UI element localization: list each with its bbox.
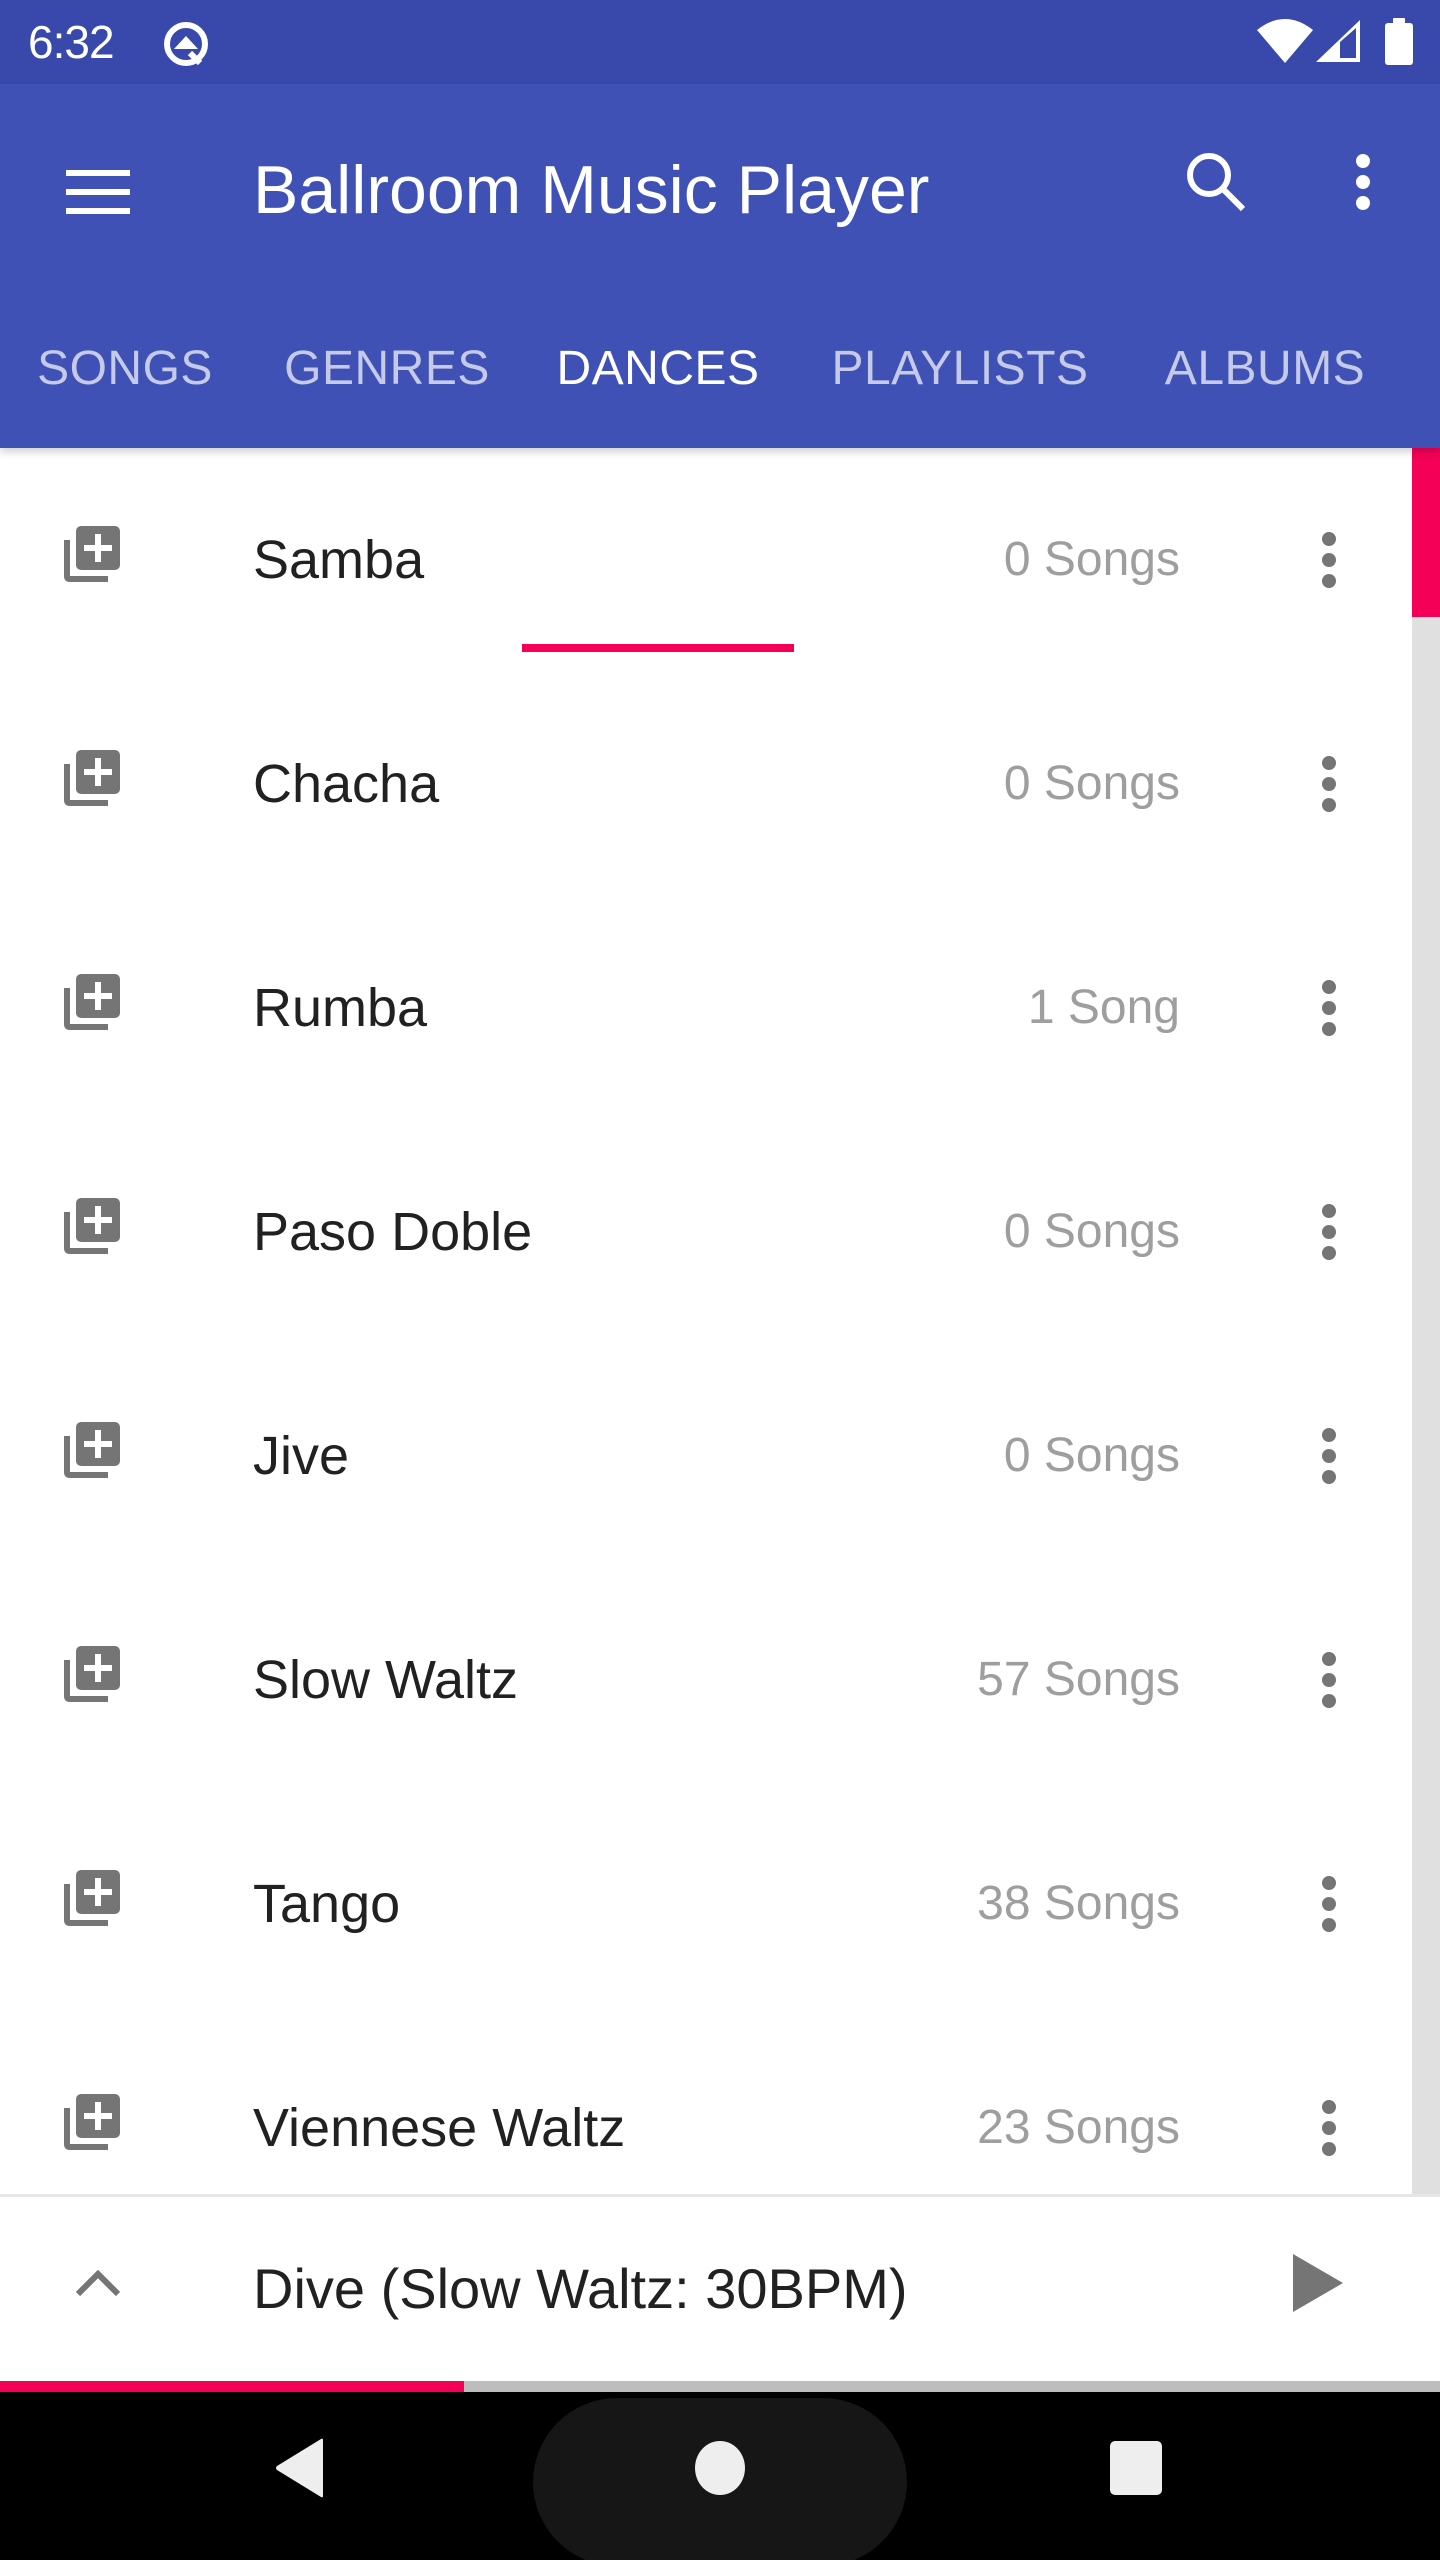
expand-player-button[interactable] [50, 2235, 146, 2331]
more-vert-icon [1322, 2100, 1336, 2156]
dance-list-item-jive[interactable]: Jive 0 Songs [0, 1344, 1412, 1568]
list-scrollbar[interactable] [1412, 448, 1440, 2194]
recents-icon [1110, 2441, 1162, 2495]
song-count: 0 Songs [1003, 1429, 1180, 1482]
back-icon [276, 2438, 323, 2498]
search-button[interactable] [1168, 134, 1264, 230]
dance-name: Tango [253, 1874, 401, 1934]
now-playing-bar[interactable]: Dive (Slow Waltz: 30BPM) [0, 2194, 1440, 2381]
chevron-up-icon [76, 2269, 120, 2297]
play-icon [1293, 2254, 1343, 2312]
status-bar: 6:32 [0, 0, 1440, 84]
tab-genres[interactable]: GENRES [282, 288, 492, 448]
song-count: 0 Songs [1003, 1205, 1180, 1258]
more-vert-icon [1356, 154, 1370, 210]
add-to-queue-icon[interactable] [64, 750, 120, 806]
row-overflow-button[interactable] [1281, 512, 1377, 608]
song-count: 1 Song [1027, 981, 1180, 1034]
more-vert-icon [1322, 1876, 1336, 1932]
more-vert-icon [1322, 1204, 1336, 1260]
hamburger-menu-icon [66, 170, 130, 214]
song-count: 0 Songs [1003, 533, 1180, 586]
add-to-queue-icon[interactable] [64, 2094, 120, 2150]
playback-progress-fill [0, 2381, 464, 2392]
dance-list-item-tango[interactable]: Tango 38 Songs [0, 1792, 1412, 2016]
tab-dances[interactable]: DANCES [522, 288, 794, 448]
row-overflow-button[interactable] [1281, 960, 1377, 1056]
dance-name: Paso Doble [253, 1202, 533, 1262]
add-to-queue-icon[interactable] [64, 974, 120, 1030]
dance-name: Slow Waltz [253, 1650, 519, 1710]
song-count: 0 Songs [1003, 757, 1180, 810]
more-vert-icon [1322, 756, 1336, 812]
dance-list-item-rumba[interactable]: Rumba 1 Song [0, 896, 1412, 1120]
more-vert-icon [1322, 1652, 1336, 1708]
dance-list-item-chacha[interactable]: Chacha 0 Songs [0, 672, 1412, 896]
dance-list-item-slow-waltz[interactable]: Slow Waltz 57 Songs [0, 1568, 1412, 1792]
more-vert-icon [1322, 532, 1336, 588]
now-playing-title: Dive (Slow Waltz: 30BPM) [253, 2257, 908, 2320]
tab-playlists[interactable]: PLAYLISTS [822, 288, 1098, 448]
dance-name: Chacha [253, 754, 440, 814]
battery-icon [1385, 18, 1413, 65]
navigation-menu-button[interactable] [50, 144, 146, 240]
row-overflow-button[interactable] [1281, 736, 1377, 832]
playback-progress-bar[interactable] [0, 2381, 1440, 2392]
dance-list[interactable]: Samba 0 Songs Chacha 0 Songs Rumba 1 Son… [0, 448, 1412, 2194]
app-title: Ballroom Music Player [253, 152, 930, 228]
row-overflow-button[interactable] [1281, 1632, 1377, 1728]
dance-list-item-samba[interactable]: Samba 0 Songs [0, 448, 1412, 672]
row-overflow-button[interactable] [1281, 1184, 1377, 1280]
scrollbar-thumb[interactable] [1412, 448, 1440, 617]
row-overflow-button[interactable] [1281, 1408, 1377, 1504]
dance-list-item-viennese-waltz[interactable]: Viennese Waltz 23 Songs [0, 2016, 1412, 2194]
tab-songs[interactable]: SONGS [30, 288, 220, 448]
tab-albums[interactable]: ALBUMS [1150, 288, 1380, 448]
add-to-queue-icon[interactable] [64, 1646, 120, 1702]
recents-button[interactable] [1086, 2418, 1186, 2518]
dance-name: Viennese Waltz [253, 2098, 626, 2158]
wifi-icon [1257, 19, 1313, 63]
row-overflow-button[interactable] [1281, 2080, 1377, 2176]
search-icon [1187, 153, 1246, 212]
add-to-queue-icon[interactable] [64, 526, 120, 582]
more-vert-icon [1322, 980, 1336, 1036]
add-to-queue-icon[interactable] [64, 1198, 120, 1254]
app-bar: Ballroom Music Player SONGS GENRES DANCE… [0, 84, 1440, 652]
overflow-menu-button[interactable] [1315, 134, 1411, 230]
add-to-queue-icon[interactable] [64, 1870, 120, 1926]
android-q-icon [164, 22, 208, 66]
back-button[interactable] [250, 2418, 350, 2518]
home-button[interactable] [670, 2418, 770, 2518]
more-vert-icon [1322, 1428, 1336, 1484]
system-navigation-bar [0, 2392, 1440, 2560]
add-to-queue-icon[interactable] [64, 1422, 120, 1478]
song-count: 38 Songs [977, 1877, 1180, 1930]
cell-signal-icon [1316, 20, 1360, 62]
song-count: 57 Songs [977, 1653, 1180, 1706]
dance-name: Rumba [253, 978, 428, 1038]
dance-name: Jive [253, 1426, 350, 1486]
tab-indicator [522, 644, 794, 652]
play-button[interactable] [1270, 2235, 1366, 2331]
dance-name: Samba [253, 530, 425, 590]
status-time: 6:32 [28, 16, 115, 68]
row-overflow-button[interactable] [1281, 1856, 1377, 1952]
dance-list-item-paso-doble[interactable]: Paso Doble 0 Songs [0, 1120, 1412, 1344]
tab-bar: SONGS GENRES DANCES PLAYLISTS ALBUMS [0, 288, 1440, 652]
home-icon [695, 2441, 745, 2495]
song-count: 23 Songs [977, 2101, 1180, 2154]
